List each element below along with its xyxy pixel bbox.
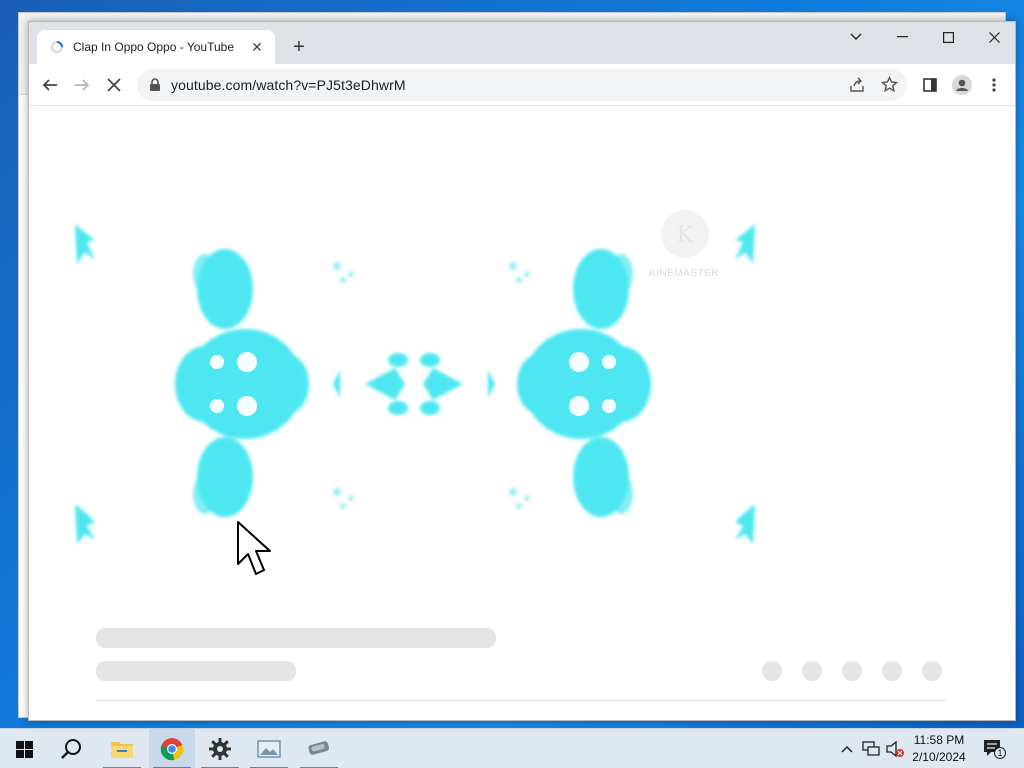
system-clock[interactable]: 11:58 PM 2/10/2024 bbox=[906, 732, 972, 766]
tab-title: Clap In Oppo Oppo - YouTube bbox=[73, 40, 235, 54]
action-skeleton-dot bbox=[802, 661, 822, 681]
forward-arrow-icon[interactable] bbox=[70, 73, 94, 97]
show-hidden-icons-chevron-icon[interactable] bbox=[837, 739, 857, 759]
page-content: K KINEMASTER bbox=[29, 106, 1015, 720]
video-player[interactable]: K KINEMASTER bbox=[65, 184, 765, 594]
stop-loading-icon[interactable] bbox=[102, 73, 126, 97]
loading-spinner-icon bbox=[49, 39, 65, 55]
video-frame-graphic: K bbox=[75, 210, 755, 544]
search-icon[interactable] bbox=[49, 729, 95, 768]
file-explorer-icon[interactable] bbox=[99, 729, 145, 768]
channel-skeleton bbox=[96, 661, 296, 681]
photo-viewer-icon[interactable] bbox=[246, 729, 292, 768]
network-icon[interactable] bbox=[861, 739, 881, 759]
action-skeleton-dot bbox=[762, 661, 782, 681]
profile-avatar-icon[interactable] bbox=[950, 73, 974, 97]
notification-count: 1 bbox=[994, 747, 1006, 759]
tablet-device-icon[interactable] bbox=[296, 729, 342, 768]
action-skeleton-dot bbox=[842, 661, 862, 681]
back-arrow-icon[interactable] bbox=[38, 73, 62, 97]
notification-center-icon[interactable]: 1 bbox=[982, 738, 1006, 760]
lock-icon[interactable] bbox=[149, 78, 161, 97]
more-menu-icon[interactable] bbox=[982, 73, 1006, 97]
address-bar[interactable]: youtube.com/watch?v=PJ5t3eDhwrM bbox=[137, 69, 907, 101]
taskbar: 11:58 PM 2/10/2024 1 bbox=[0, 728, 1024, 768]
url-text[interactable]: youtube.com/watch?v=PJ5t3eDhwrM bbox=[171, 77, 406, 93]
maximize-button[interactable] bbox=[925, 22, 971, 52]
close-window-button[interactable] bbox=[971, 22, 1015, 52]
mouse-cursor-icon bbox=[236, 520, 276, 585]
chrome-icon[interactable] bbox=[149, 729, 195, 768]
action-skeleton-dot bbox=[882, 661, 902, 681]
volume-muted-icon[interactable] bbox=[885, 739, 905, 759]
clock-time: 11:58 PM bbox=[913, 733, 965, 747]
browser-toolbar: youtube.com/watch?v=PJ5t3eDhwrM bbox=[29, 64, 1015, 106]
windows-start-icon[interactable] bbox=[1, 729, 47, 768]
tab-close-icon[interactable]: ✕ bbox=[247, 37, 267, 57]
action-skeleton-dot bbox=[922, 661, 942, 681]
side-panel-icon[interactable] bbox=[918, 73, 942, 97]
divider bbox=[96, 700, 946, 701]
desktop: Clap In Oppo Oppo - YouTube ✕ + youtube.… bbox=[0, 0, 1024, 728]
kinemaster-watermark-icon: K bbox=[661, 210, 709, 258]
minimize-button[interactable] bbox=[879, 22, 925, 52]
clock-date: 2/10/2024 bbox=[912, 750, 966, 764]
share-icon[interactable] bbox=[849, 77, 865, 98]
settings-gear-icon[interactable] bbox=[197, 729, 243, 768]
watermark-text: KINEMASTER bbox=[649, 268, 720, 279]
tab-search-icon[interactable] bbox=[833, 22, 879, 52]
tab-strip: Clap In Oppo Oppo - YouTube ✕ + bbox=[29, 22, 1015, 64]
svg-text:K: K bbox=[677, 223, 694, 248]
bookmark-star-icon[interactable] bbox=[880, 75, 899, 98]
title-skeleton bbox=[96, 628, 496, 648]
tab-youtube[interactable]: Clap In Oppo Oppo - YouTube ✕ bbox=[37, 30, 275, 64]
new-tab-button[interactable]: + bbox=[287, 35, 311, 59]
browser-window[interactable]: Clap In Oppo Oppo - YouTube ✕ + youtube.… bbox=[28, 21, 1016, 721]
